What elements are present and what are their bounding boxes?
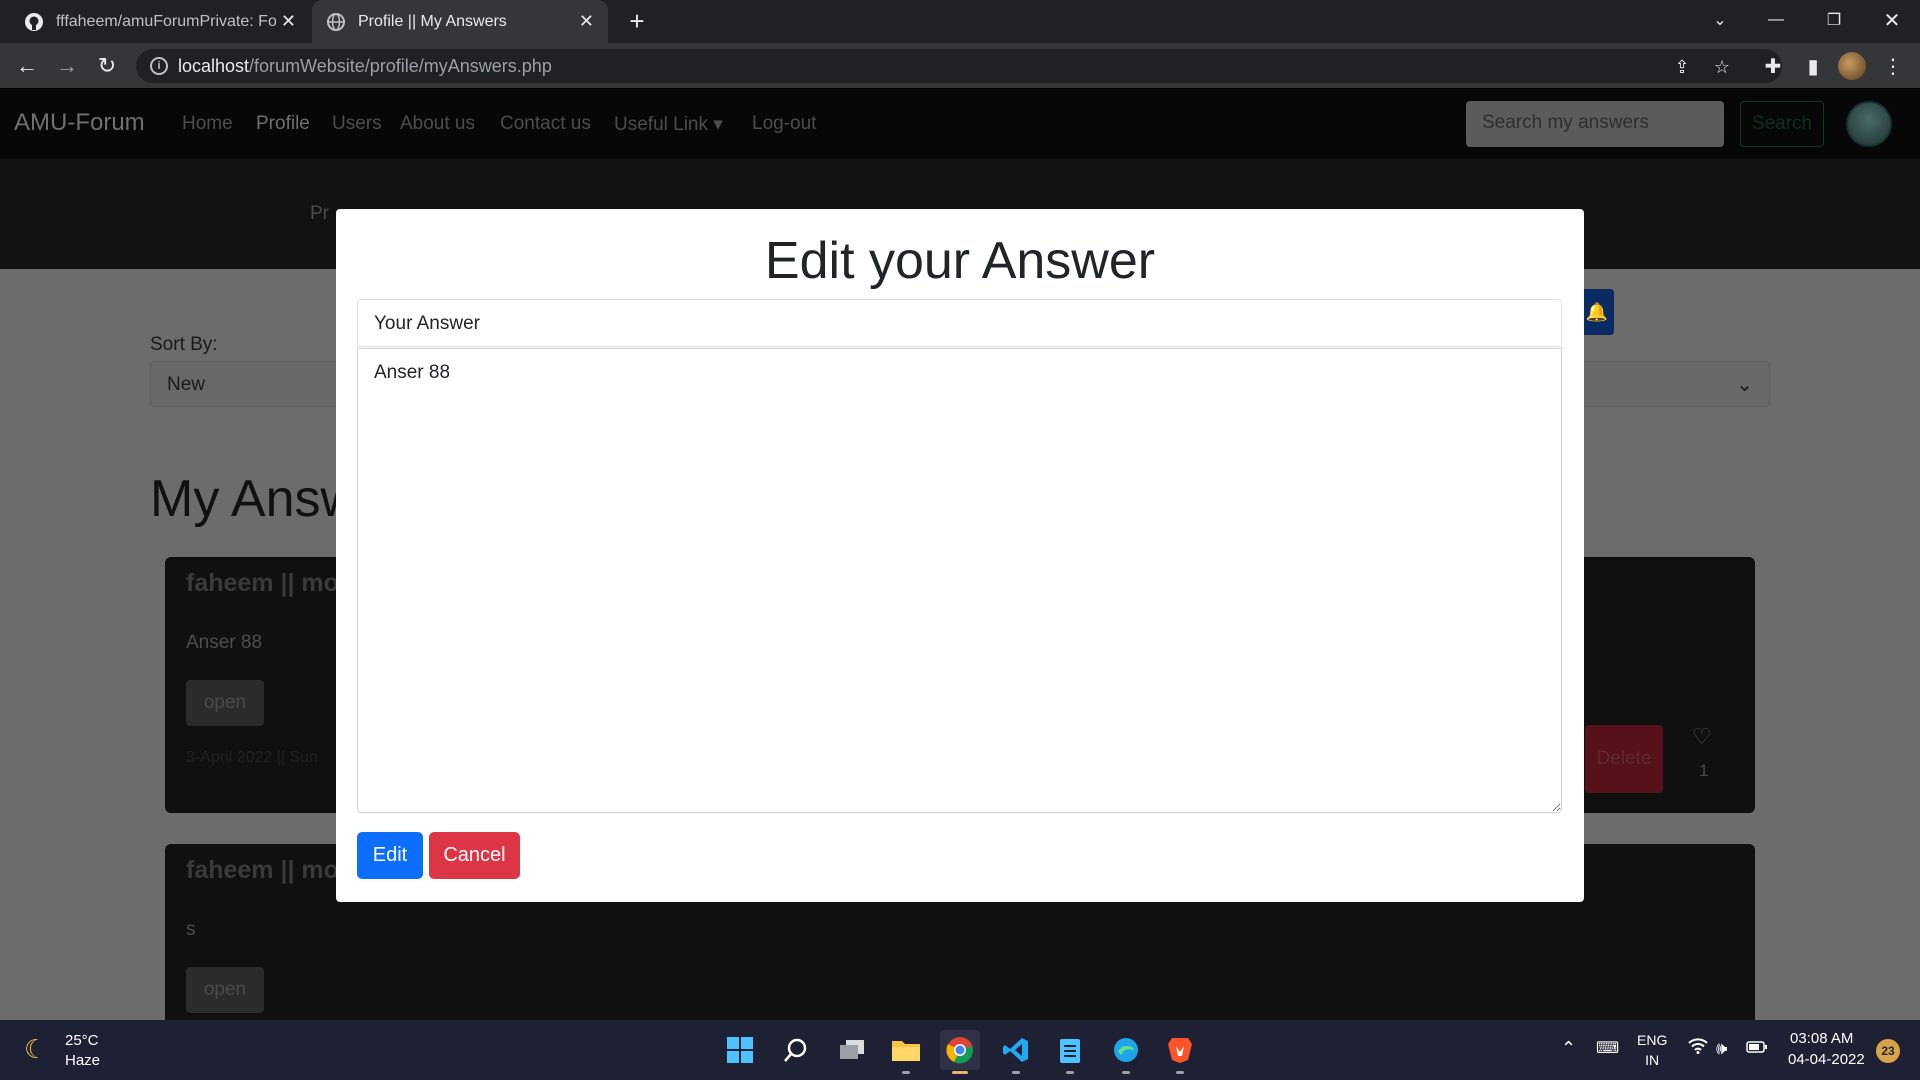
browser-tab-bar: fffaheem/amuForumPrivate: Forum ✕ Profil…: [0, 0, 1920, 43]
moon-haze-icon[interactable]: ☾: [24, 1034, 54, 1064]
globe-icon: [326, 12, 346, 32]
tab-title: Profile || My Answers: [358, 12, 507, 30]
wifi-icon[interactable]: [1688, 1038, 1708, 1059]
menu-kebab-icon[interactable]: ⋮: [1878, 51, 1908, 81]
nav-contact[interactable]: Contact us: [500, 113, 591, 135]
search-button[interactable]: Search: [1740, 101, 1824, 147]
weather-condition[interactable]: Haze: [65, 1052, 100, 1069]
edit-answer-modal: Edit your Answer Your Answer Anser 88 Ed…: [336, 209, 1584, 902]
chevron-up-icon[interactable]: ⌃: [1561, 1038, 1576, 1059]
battery-icon[interactable]: [1746, 1038, 1768, 1059]
answer-label: Your Answer: [357, 299, 1562, 347]
sort-value: New: [167, 374, 206, 395]
language-indicator[interactable]: ENG IN: [1637, 1030, 1667, 1070]
card-body: Anser 88: [186, 632, 263, 653]
card-title: faheem || mo: [186, 569, 339, 597]
weather-temp[interactable]: 25°C: [65, 1032, 99, 1049]
tab-github[interactable]: fffaheem/amuForumPrivate: Forum ✕: [10, 0, 310, 43]
share-icon[interactable]: ⇪: [1672, 57, 1692, 77]
side-panel-icon[interactable]: ▮: [1798, 51, 1828, 81]
modal-title: Edit your Answer: [764, 232, 1156, 290]
bell-icon[interactable]: 🔔: [1580, 289, 1614, 335]
new-tab-icon[interactable]: +: [622, 6, 652, 36]
tab-title: fffaheem/amuForumPrivate: Forum: [56, 12, 276, 30]
windows-taskbar: ☾ 25°C Haze ⌃ ⌨ ENG IN 🕪 03:08 AM 04-04-…: [0, 1020, 1920, 1080]
profile-avatar[interactable]: [1838, 52, 1866, 80]
tab-search-chevron-icon[interactable]: ⌄: [1692, 0, 1748, 40]
clock-date[interactable]: 04-04-2022: [1788, 1051, 1865, 1068]
close-tab-icon[interactable]: ✕: [281, 11, 296, 32]
close-tab-icon[interactable]: ✕: [579, 11, 594, 32]
restore-icon[interactable]: ❐: [1806, 0, 1862, 40]
card-date: 3-April 2022 || Sun: [186, 749, 318, 766]
answer-textarea[interactable]: Anser 88: [357, 348, 1562, 813]
hero-text: Pr: [310, 203, 329, 224]
brave-icon[interactable]: [1160, 1030, 1200, 1074]
open-button[interactable]: open: [186, 967, 264, 1013]
like-count: 1: [1699, 761, 1709, 780]
url-text: localhost/forumWebsite/profile/myAnswers…: [178, 56, 552, 76]
card-title: faheem || mo: [186, 856, 339, 884]
edge-icon[interactable]: [1106, 1030, 1146, 1074]
nav-profile[interactable]: Profile: [256, 113, 310, 135]
reload-icon[interactable]: ↻: [92, 51, 122, 81]
search-icon[interactable]: [776, 1030, 816, 1070]
tab-my-answers[interactable]: Profile || My Answers ✕: [312, 0, 608, 43]
url-field[interactable]: i localhost/forumWebsite/profile/myAnswe…: [136, 49, 1782, 83]
search-input[interactable]: Search my answers: [1466, 101, 1724, 147]
forward-icon[interactable]: →: [52, 51, 82, 81]
volume-icon[interactable]: 🕪: [1716, 1038, 1727, 1059]
nav-logout[interactable]: Log-out: [752, 113, 816, 135]
caret-down-icon: ▾: [713, 114, 723, 135]
nav-useful-link[interactable]: Useful Link ▾: [614, 113, 723, 136]
site-navbar: AMU-Forum Home Profile Users About us Co…: [0, 89, 1920, 159]
minimize-icon[interactable]: —: [1748, 0, 1804, 40]
vscode-icon[interactable]: [996, 1030, 1036, 1074]
chevron-down-icon: ⌄: [1736, 374, 1753, 396]
notification-badge[interactable]: 23: [1876, 1039, 1900, 1063]
nav-about[interactable]: About us: [400, 113, 475, 135]
start-icon[interactable]: [720, 1030, 760, 1070]
sort-label: Sort By:: [150, 334, 218, 355]
page-heading: My Answ: [150, 470, 359, 528]
site-brand[interactable]: AMU-Forum: [14, 109, 145, 137]
github-icon: [24, 12, 44, 32]
extensions-icon[interactable]: ✚: [1758, 51, 1788, 81]
notepad-icon[interactable]: [1050, 1030, 1090, 1074]
open-button[interactable]: open: [186, 680, 264, 726]
close-window-icon[interactable]: ✕: [1864, 0, 1920, 40]
address-bar: ← → ↻ i localhost/forumWebsite/profile/m…: [0, 43, 1920, 89]
site-info-icon[interactable]: i: [150, 57, 168, 75]
chrome-icon[interactable]: [940, 1030, 980, 1074]
delete-button[interactable]: Delete: [1585, 725, 1663, 793]
nav-home[interactable]: Home: [182, 113, 233, 135]
back-icon[interactable]: ←: [12, 51, 42, 81]
nav-users[interactable]: Users: [332, 113, 382, 135]
clock-time[interactable]: 03:08 AM: [1790, 1030, 1853, 1047]
card-body: s: [186, 919, 196, 940]
keyboard-icon[interactable]: ⌨: [1596, 1038, 1619, 1058]
user-avatar[interactable]: [1846, 101, 1892, 147]
file-explorer-icon[interactable]: [886, 1030, 926, 1074]
cancel-button[interactable]: Cancel: [429, 832, 520, 879]
edit-button[interactable]: Edit: [357, 832, 423, 879]
task-view-icon[interactable]: [832, 1030, 872, 1070]
bookmark-star-icon[interactable]: ☆: [1712, 57, 1732, 77]
heart-icon[interactable]: ♡: [1692, 724, 1712, 750]
